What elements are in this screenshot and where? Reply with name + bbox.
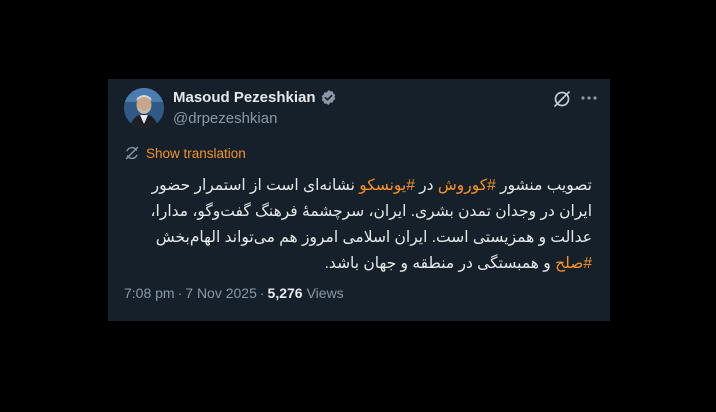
tweet-text-segment: نشانه‌ای است از استمرار حضور (151, 177, 360, 194)
tweet-text: تصویب منشور #کوروش در #یونسکو نشانه‌ای ا… (126, 173, 592, 277)
tweet-text-segment: در (414, 177, 438, 194)
translate-icon (124, 145, 140, 161)
tweet-meta: 7:08 pm · 7 Nov 2025 · 5,276 Views (124, 285, 344, 301)
author-display-name[interactable]: Masoud Pezeshkian (173, 89, 316, 106)
tweet-text-segment: و همبستگی در منطقه و جهان باشد. (324, 255, 556, 272)
tweet-text-segment: تصویب منشور (495, 177, 592, 194)
hashtag-link[interactable]: #کوروش (438, 177, 496, 194)
meta-separator: · (177, 285, 183, 301)
more-icon[interactable] (578, 87, 600, 109)
grok-icon[interactable] (552, 89, 572, 109)
avatar[interactable] (124, 88, 164, 128)
hashtag-link[interactable]: #صلح (555, 255, 592, 272)
meta-separator: · (259, 285, 265, 301)
author-handle[interactable]: @drpezeshkian (173, 110, 277, 127)
tweet-line-2: ایران در وجدان تمدن بشری. ایران، سرچشمۀ … (150, 203, 592, 220)
show-translation-label: Show translation (146, 145, 246, 161)
tweet-date[interactable]: 7 Nov 2025 (185, 285, 257, 301)
tweet-time[interactable]: 7:08 pm (124, 285, 175, 301)
views-count[interactable]: 5,276 (268, 285, 303, 301)
views-label: Views (306, 285, 344, 301)
tweet-line-4: #صلح و همبستگی در منطقه و جهان باشد. (126, 251, 592, 277)
tweet-line-3: عدالت و همزیستی است. ایران اسلامی امروز … (155, 229, 592, 246)
show-translation-link[interactable]: Show translation (124, 145, 246, 161)
tweet-card[interactable]: Masoud Pezeshkian @drpezeshkian Show tra… (108, 79, 610, 321)
verified-badge-icon (320, 89, 337, 106)
tweet-line-1: تصویب منشور #کوروش در #یونسکو نشانه‌ای ا… (126, 173, 592, 199)
hashtag-link[interactable]: #یونسکو (359, 177, 415, 194)
